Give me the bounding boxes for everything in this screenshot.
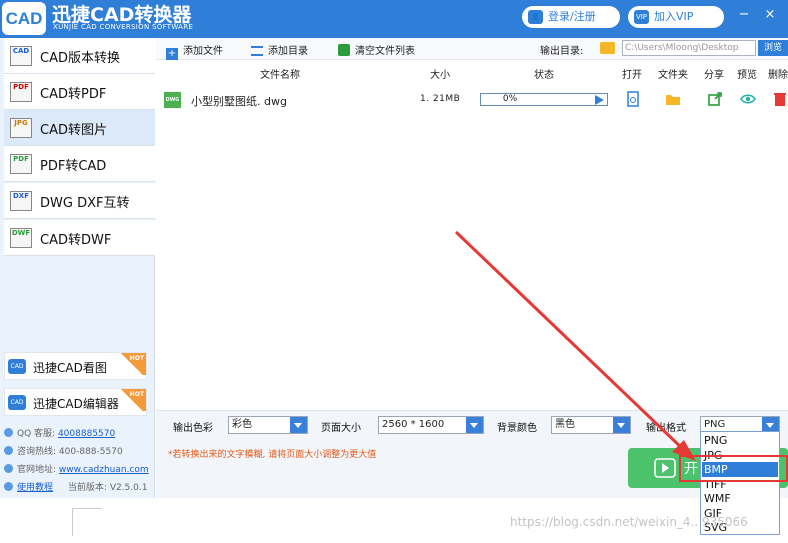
app-subtitle: XUNJIE CAD CONVERSION SOFTWARE: [53, 23, 194, 31]
col-delete: 删除: [768, 70, 788, 81]
dwg-file-icon: DWG: [164, 92, 181, 108]
chevron-down-icon: [466, 417, 483, 433]
output-color-label: 输出色彩: [173, 423, 213, 434]
website-link[interactable]: www.cadzhuan.com: [59, 465, 149, 475]
login-label: 登录/注册: [548, 10, 596, 23]
globe-icon: [4, 464, 13, 473]
hotline-value: 400-888-5570: [58, 447, 123, 457]
hotline: 咨询热线: 400-888-5570: [4, 444, 123, 457]
col-size: 大小: [430, 70, 450, 81]
crop-mark: [72, 508, 102, 536]
sidebar-item-label: CAD版本转换: [40, 51, 120, 66]
open-file-icon[interactable]: [625, 91, 641, 107]
output-color-select[interactable]: 彩色: [228, 416, 308, 434]
version-value: V2.5.0.1: [109, 483, 148, 493]
col-preview: 预览: [737, 70, 757, 81]
dwg-dxf-icon: DXF: [10, 191, 32, 211]
sidebar-item-cad-to-image[interactable]: JPG CAD转图片: [4, 110, 155, 146]
qq-icon: [4, 428, 13, 437]
chevron-down-icon: [290, 417, 307, 433]
list-icon: [251, 46, 263, 56]
add-directory-button[interactable]: 添加目录: [251, 42, 308, 57]
pdf-to-cad-icon: PDF: [10, 154, 32, 174]
plus-icon: +: [166, 48, 178, 60]
sidebar-item-cad-to-dwf[interactable]: DWF CAD转DWF: [4, 220, 155, 256]
col-open: 打开: [622, 70, 642, 81]
delete-trash-icon[interactable]: [772, 91, 788, 107]
cad-editor-icon: CAD: [8, 395, 26, 410]
progress-text: 0%: [502, 94, 518, 104]
background-color-label: 背景颜色: [497, 423, 537, 434]
cad-to-dwf-icon: DWF: [10, 228, 32, 248]
sidebar-item-label: CAD转DWF: [40, 233, 112, 248]
watermark: https://blog.csdn.net/weixin_4...935066: [510, 515, 748, 529]
sidebar-item-cad-version[interactable]: CAD CAD版本转换: [4, 38, 155, 74]
background-color-select[interactable]: 黑色: [551, 416, 631, 434]
phone-icon: [4, 446, 13, 455]
add-file-button[interactable]: + 添加文件: [166, 42, 223, 60]
annotation-highlight-box: [679, 455, 788, 482]
close-button[interactable]: ×: [763, 8, 777, 22]
hot-badge: HOT: [118, 389, 146, 411]
promo-label: 迅捷CAD看图: [33, 361, 107, 375]
play-icon: [654, 458, 676, 478]
format-option-png[interactable]: PNG: [702, 433, 778, 448]
cad-viewer-icon: CAD: [8, 359, 26, 374]
blur-hint: *若转换出来的文字模糊, 请将页面大小调整为更大值: [168, 450, 377, 460]
output-format-label: 输出格式: [646, 423, 686, 434]
qq-link[interactable]: 4008885570: [58, 429, 115, 439]
open-folder-icon[interactable]: [665, 91, 681, 107]
user-icon: 👤: [528, 10, 543, 24]
tutorial-row: 使用教程 当前版本: V2.5.0.1: [4, 480, 147, 493]
chevron-down-icon: [613, 417, 630, 433]
login-button[interactable]: 👤 登录/注册: [522, 6, 620, 28]
col-share: 分享: [704, 70, 724, 81]
cad-version-icon: CAD: [10, 46, 32, 66]
tutorial-link[interactable]: 使用教程: [17, 483, 53, 493]
hot-badge: HOT: [118, 353, 146, 375]
col-filename: 文件名称: [260, 70, 300, 81]
sidebar-item-label: CAD转PDF: [40, 87, 107, 102]
clear-list-button[interactable]: 清空文件列表: [338, 42, 415, 57]
format-option-wmf[interactable]: WMF: [702, 491, 778, 506]
browse-button[interactable]: 浏览: [758, 40, 788, 56]
cad-to-pdf-icon: PDF: [10, 82, 32, 102]
col-status: 状态: [534, 70, 554, 81]
promo-cad-editor[interactable]: CAD 迅捷CAD编辑器 HOT: [4, 388, 147, 416]
output-dir-label: 输出目录:: [540, 46, 584, 57]
sidebar-item-label: PDF转CAD: [40, 159, 107, 174]
play-icon[interactable]: [595, 95, 604, 105]
sidebar-item-label: DWG DXF互转: [40, 196, 130, 211]
file-size: 1. 21MB: [420, 94, 461, 104]
col-folder: 文件夹: [658, 70, 688, 81]
promo-cad-viewer[interactable]: CAD 迅捷CAD看图 HOT: [4, 352, 147, 380]
website: 官网地址: www.cadzhuan.com: [4, 462, 149, 475]
file-name: 小型别墅图纸. dwg: [191, 95, 287, 108]
sidebar-item-pdf-to-cad[interactable]: PDF PDF转CAD: [4, 146, 155, 182]
minimize-button[interactable]: −: [737, 8, 751, 22]
promo-label: 迅捷CAD编辑器: [33, 397, 119, 411]
share-icon[interactable]: [707, 91, 723, 107]
join-vip-button[interactable]: VIP 加入VIP: [628, 6, 724, 28]
broom-icon: [338, 44, 350, 56]
output-dir-input[interactable]: C:\Users\Mloong\Desktop: [622, 40, 756, 56]
page-size-label: 页面大小: [321, 423, 361, 434]
sidebar-item-cad-to-pdf[interactable]: PDF CAD转PDF: [4, 74, 155, 110]
vip-icon: VIP: [634, 10, 649, 24]
vip-label: 加入VIP: [654, 10, 694, 23]
folder-icon[interactable]: [600, 42, 615, 54]
sidebar-item-dwg-dxf[interactable]: DXF DWG DXF互转: [4, 183, 155, 219]
sidebar-item-label: CAD转图片: [40, 123, 107, 138]
book-icon: [4, 482, 13, 491]
qq-support: QQ 客服: 4008885570: [4, 426, 115, 439]
page-size-select[interactable]: 2560 * 1600: [378, 416, 484, 434]
preview-eye-icon[interactable]: [740, 91, 756, 107]
cad-to-image-icon: JPG: [10, 118, 32, 138]
app-logo: CAD: [2, 2, 46, 35]
